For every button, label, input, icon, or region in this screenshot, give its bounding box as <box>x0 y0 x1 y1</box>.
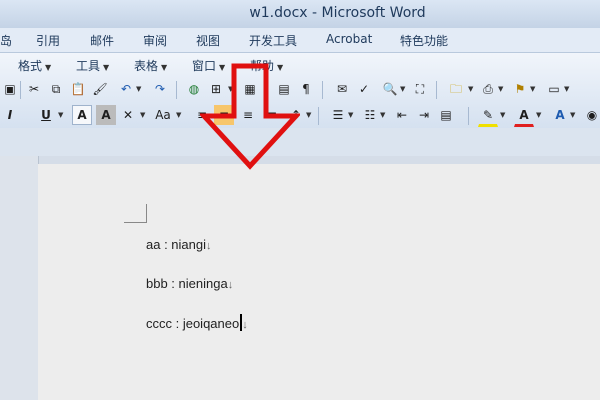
numbering-icon[interactable]: ☰ <box>328 105 348 125</box>
char-border-button[interactable]: A <box>72 105 92 125</box>
font-color-icon[interactable]: A <box>514 105 534 127</box>
chevron-down-icon[interactable]: ▼ <box>400 85 405 93</box>
chevron-down-icon[interactable]: ▼ <box>468 85 473 93</box>
envelope-icon[interactable]: ✉ <box>332 79 352 99</box>
cut-icon[interactable]: ✂ <box>24 79 44 99</box>
redo-icon[interactable]: ↷ <box>150 79 170 99</box>
scale-icon[interactable]: ✕ <box>118 105 138 125</box>
separator <box>468 107 469 125</box>
tab-mailings[interactable]: 邮件 <box>90 32 114 49</box>
tab-developer[interactable]: 开发工具 <box>249 32 297 49</box>
bullets-icon[interactable]: ☷ <box>360 105 380 125</box>
increase-indent-icon[interactable]: ⇥ <box>414 105 434 125</box>
document-line[interactable]: bbb : nieninga↓ <box>146 276 233 291</box>
ribbon-tabs: 岛 引用 邮件 审阅 视图 开发工具 Acrobat 特色功能 <box>0 28 600 53</box>
chevron-down-icon[interactable]: ▼ <box>136 85 141 93</box>
char-shading-button[interactable]: A <box>96 105 116 125</box>
separator <box>318 107 319 125</box>
tab-special[interactable]: 特色功能 <box>400 32 448 49</box>
paragraph-mark: ↓ <box>242 319 248 331</box>
document-page[interactable] <box>38 164 600 400</box>
tab-view[interactable]: 视图 <box>196 32 220 49</box>
format-painter-icon[interactable]: 🖌 <box>90 79 110 99</box>
separator <box>176 81 177 99</box>
copy-icon[interactable]: ⧉ <box>46 79 66 99</box>
separator <box>322 81 323 99</box>
chevron-down-icon[interactable]: ▼ <box>564 85 569 93</box>
tab-acrobat[interactable]: Acrobat <box>326 32 372 46</box>
decrease-indent-icon[interactable]: ⇤ <box>392 105 412 125</box>
styles-icon[interactable]: ⚑ <box>510 79 530 99</box>
red-arrow-annotation <box>200 63 300 170</box>
folder-icon[interactable]: 🗀 <box>446 79 466 99</box>
paste-icon[interactable]: ▣ <box>0 79 20 99</box>
undo-icon[interactable]: ↶ <box>116 79 136 99</box>
tab-layout[interactable]: 岛 <box>0 32 12 49</box>
paragraph-mark: ↓ <box>206 240 212 252</box>
italic-button[interactable]: I <box>0 105 20 125</box>
chevron-down-icon[interactable]: ▼ <box>498 85 503 93</box>
document-line[interactable]: cccc : jeoiqaneo ↓ <box>146 314 248 331</box>
underline-button[interactable]: U <box>36 105 56 125</box>
outline-icon[interactable]: ▤ <box>436 105 456 125</box>
toolbar-area: 格式 ▼ 工具 ▼ 表格 ▼ 窗口 ▼ 帮助 ▼ ▣ ✂ ⧉ 📋 🖌 ↶ ▼ ↷ ◍ ⊞ … <box>0 53 600 128</box>
text-effect-icon[interactable]: A <box>550 105 570 125</box>
chevron-down-icon[interactable]: ▼ <box>500 111 505 119</box>
chevron-down-icon[interactable]: ▼ <box>140 111 145 119</box>
chevron-down-icon[interactable]: ▼ <box>380 111 385 119</box>
chevron-down-icon[interactable]: ▼ <box>530 85 535 93</box>
help-icon[interactable]: ◉ <box>582 105 600 125</box>
standard-toolbar: ▣ ✂ ⧉ 📋 🖌 ↶ ▼ ↷ ◍ ⊞ ▼ ▦ ▤ ¶ ✉ ✓ 🔍 ▼ ⛶ 🗀 … <box>0 79 600 103</box>
menu-format[interactable]: 格式 ▼ <box>18 57 51 74</box>
paste-special-icon[interactable]: 📋 <box>68 79 88 99</box>
tab-references[interactable]: 引用 <box>36 32 60 49</box>
document-line[interactable]: aa : niangi↓ <box>146 237 212 252</box>
separator <box>20 81 21 99</box>
margin-corner-mark <box>124 204 147 223</box>
highlight-icon[interactable]: ✎ <box>478 105 498 127</box>
tab-review[interactable]: 审阅 <box>143 32 167 49</box>
menu-tools[interactable]: 工具 ▼ <box>76 57 109 74</box>
menu-table[interactable]: 表格 ▼ <box>134 57 167 74</box>
zoom-icon[interactable]: 🔍 <box>380 79 400 99</box>
title-bar: w1.docx - Microsoft Word <box>0 0 600 28</box>
chevron-down-icon[interactable]: ▼ <box>306 111 311 119</box>
menu-bar: 格式 ▼ 工具 ▼ 表格 ▼ 窗口 ▼ 帮助 ▼ <box>0 57 600 77</box>
chevron-down-icon[interactable]: ▼ <box>348 111 353 119</box>
vertical-ruler <box>0 156 39 400</box>
chevron-down-icon[interactable]: ▼ <box>58 111 63 119</box>
field-icon[interactable]: ▭ <box>544 79 564 99</box>
window-title: w1.docx - Microsoft Word <box>249 5 426 21</box>
separator <box>436 81 437 99</box>
ruler-strip <box>0 128 600 156</box>
chevron-down-icon[interactable]: ▼ <box>176 111 181 119</box>
chevron-down-icon[interactable]: ▼ <box>536 111 541 119</box>
paragraph-mark: ↓ <box>227 279 234 291</box>
full-screen-icon[interactable]: ⛶ <box>410 79 430 99</box>
print-icon[interactable]: ⎙ <box>478 79 498 99</box>
spelling-icon[interactable]: ✓ <box>354 79 374 99</box>
change-case-button[interactable]: Aa <box>150 105 176 125</box>
chevron-down-icon[interactable]: ▼ <box>570 111 575 119</box>
formatting-toolbar: I U ▼ A A ✕ ▼ Aa ▼ ≡ ≡ ≡ ≡ ↕ ▼ ☰ ▼ ☷ ▼ ⇤… <box>0 105 600 129</box>
